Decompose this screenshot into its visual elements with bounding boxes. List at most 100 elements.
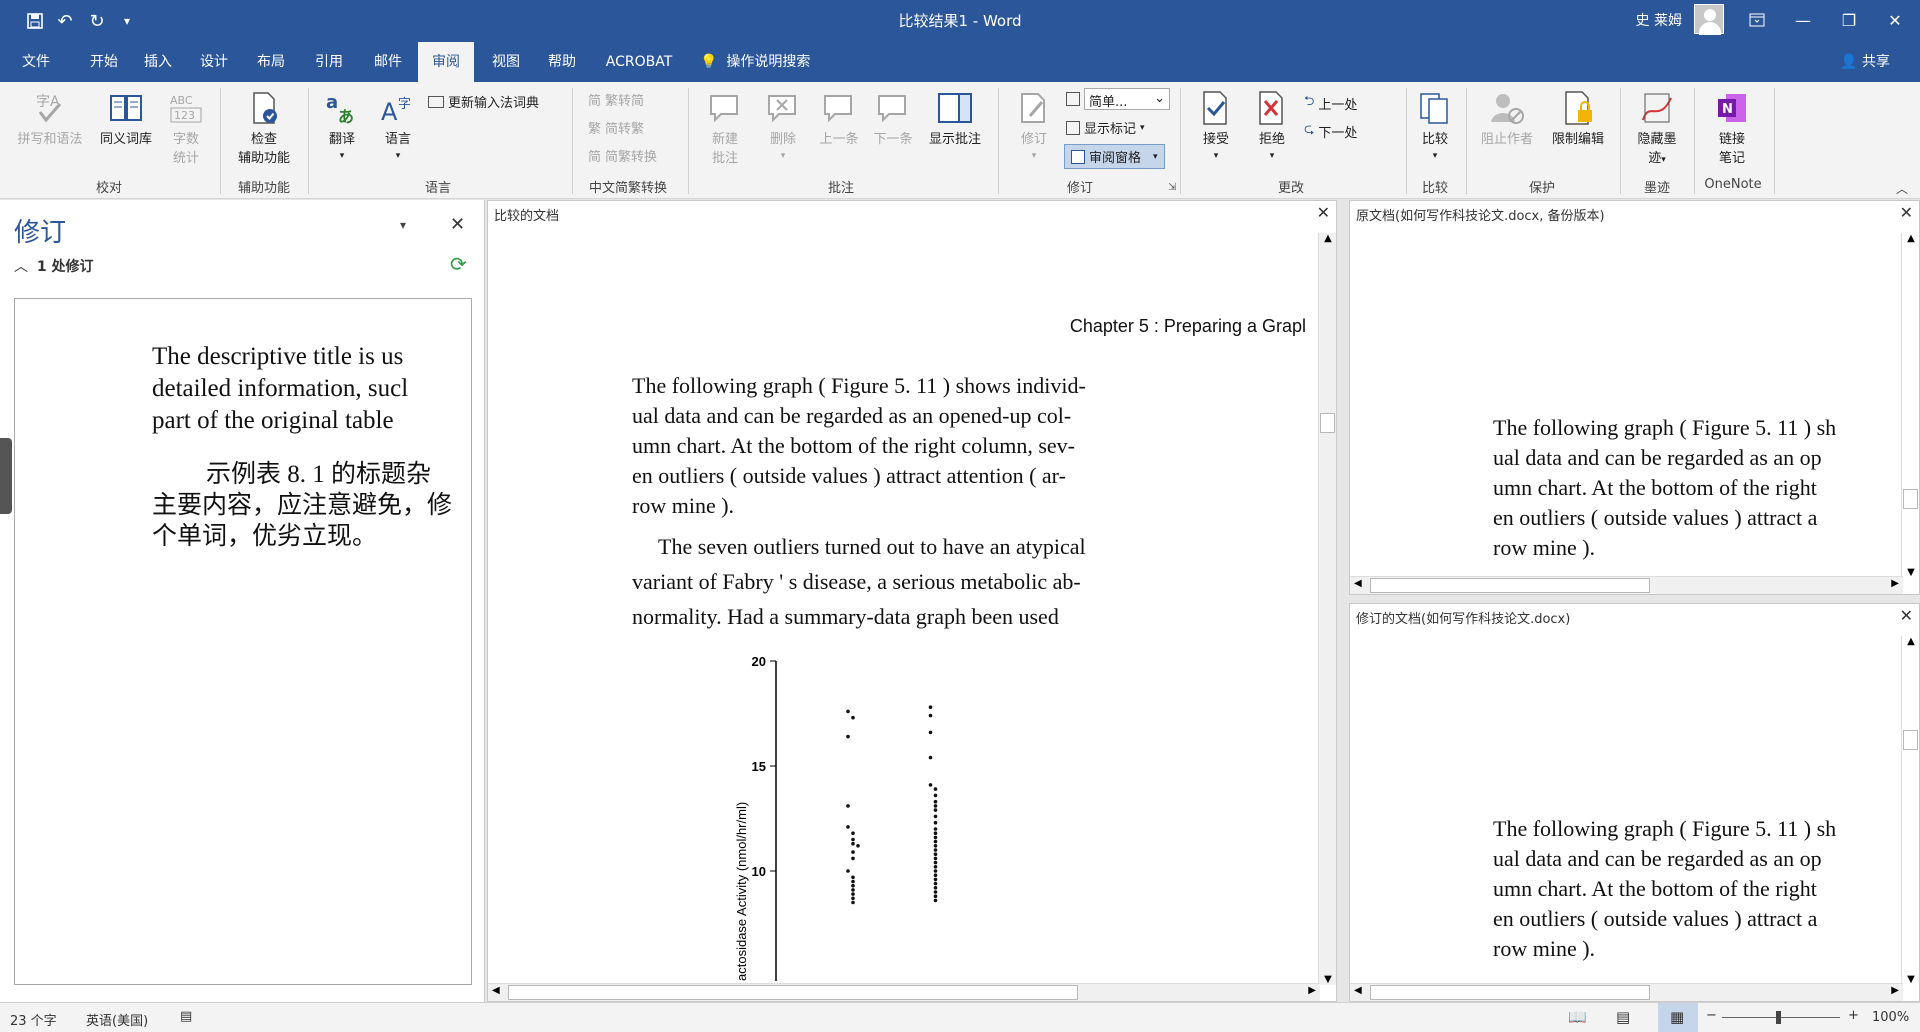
scroll-up-icon[interactable]: ▲	[1319, 233, 1336, 244]
close-icon[interactable]: ✕	[1317, 203, 1330, 222]
user-name[interactable]: 史 莱姆	[1636, 10, 1682, 30]
avatar[interactable]	[1694, 4, 1724, 35]
macro-icon[interactable]: ▤	[180, 1009, 192, 1024]
markup-view-selector[interactable]: 简单... ⌄	[1066, 88, 1170, 110]
data-point	[851, 831, 855, 835]
traditional-to-simplified-button[interactable]: 简繁转简	[588, 90, 644, 109]
scroll-right-icon[interactable]: ▶	[1308, 985, 1316, 996]
word-count-icon: ABC 123	[170, 94, 202, 123]
data-point	[851, 888, 855, 892]
horizontal-scrollbar[interactable]: ◀ ▶	[1350, 983, 1903, 1001]
share-button[interactable]: 👤 共享	[1840, 42, 1890, 82]
new-comment-button[interactable]: 新建 批注	[700, 90, 750, 166]
vertical-scrollbar[interactable]: ▲ ▼	[1901, 233, 1919, 578]
previous-comment-button[interactable]: 上一条	[814, 90, 864, 147]
scroll-thumb[interactable]	[1320, 413, 1335, 433]
scroll-down-icon[interactable]: ▼	[1319, 974, 1336, 985]
tab-help[interactable]: 帮助	[536, 42, 588, 82]
zoom-slider-thumb[interactable]	[1776, 1011, 1781, 1024]
word-count-status[interactable]: 23 个字	[10, 1010, 57, 1029]
block-authors-button[interactable]: 阻止作者	[1476, 90, 1538, 147]
svg-text:ABC: ABC	[170, 94, 193, 107]
accept-button[interactable]: 接受 ▾	[1192, 90, 1240, 162]
minimize-button[interactable]: —	[1780, 0, 1826, 40]
collapse-ribbon-icon[interactable]: ︿	[1896, 180, 1908, 197]
restore-button[interactable]: ❐	[1826, 0, 1872, 40]
hide-ink-button[interactable]: 隐藏墨 迹▾	[1628, 90, 1686, 166]
reviewing-pane-button[interactable]: 审阅窗格 ▾	[1064, 144, 1165, 169]
horizontal-scrollbar[interactable]: ◀ ▶	[488, 983, 1320, 1001]
delete-comment-button[interactable]: 删除 ▾	[758, 90, 808, 162]
linked-notes-button[interactable]: N 链接 笔记	[1702, 90, 1762, 166]
previous-comment-icon	[824, 95, 852, 123]
scroll-down-icon[interactable]: ▼	[1902, 567, 1919, 578]
print-layout-icon[interactable]: ▤	[1616, 1008, 1630, 1026]
scroll-thumb[interactable]	[508, 985, 1078, 1000]
tab-acrobat[interactable]: ACROBAT	[594, 42, 684, 82]
scroll-right-icon[interactable]: ▶	[1891, 578, 1899, 589]
scroll-up-icon[interactable]: ▲	[1902, 233, 1919, 244]
data-point	[851, 850, 855, 854]
pane-resize-handle[interactable]	[0, 438, 12, 514]
vertical-scrollbar[interactable]: ▲ ▼	[1901, 636, 1919, 985]
scroll-left-icon[interactable]: ◀	[492, 985, 500, 996]
scroll-left-icon[interactable]: ◀	[1354, 578, 1362, 589]
horizontal-scrollbar[interactable]: ◀ ▶	[1350, 576, 1903, 594]
tab-mailings[interactable]: 邮件	[362, 42, 414, 82]
tab-view[interactable]: 视图	[480, 42, 532, 82]
tab-layout[interactable]: 布局	[245, 42, 297, 82]
tab-file[interactable]: 文件	[10, 42, 62, 82]
next-change-button[interactable]: ⮎ 下一处	[1304, 120, 1357, 142]
close-icon[interactable]: ✕	[1900, 203, 1913, 222]
previous-change-button[interactable]: ⮌ 上一处	[1304, 92, 1357, 114]
spelling-grammar-button[interactable]: 字A 拼写和语法	[12, 90, 88, 147]
show-comments-button[interactable]: 显示批注	[922, 90, 988, 147]
tab-review[interactable]: 审阅	[418, 42, 474, 82]
language-status[interactable]: 英语(美国)	[86, 1010, 148, 1029]
scroll-right-icon[interactable]: ▶	[1891, 985, 1899, 996]
zoom-out-icon[interactable]: −	[1706, 1008, 1717, 1023]
web-layout-icon[interactable]: ▦	[1658, 1003, 1698, 1032]
zoom-level[interactable]: 100%	[1872, 1010, 1909, 1025]
scroll-thumb[interactable]	[1903, 730, 1918, 750]
tab-design[interactable]: 设计	[188, 42, 240, 82]
language-button[interactable]: A字 语言 ▾	[374, 90, 422, 162]
scroll-left-icon[interactable]: ◀	[1354, 985, 1362, 996]
chinese-conversion-button[interactable]: 简简繁转换	[588, 146, 657, 165]
read-mode-icon[interactable]: 📖	[1568, 1008, 1587, 1026]
dialog-launcher-icon[interactable]: ⇲	[1168, 182, 1176, 193]
scroll-down-icon[interactable]: ▼	[1902, 974, 1919, 985]
tab-references[interactable]: 引用	[303, 42, 355, 82]
simplified-to-traditional-button[interactable]: 繁简转繁	[588, 118, 644, 137]
revision-count[interactable]: ︿ 1 处修订	[14, 256, 94, 276]
data-point	[933, 835, 938, 840]
track-changes-button[interactable]: 修订 ▾	[1010, 90, 1058, 162]
zoom-slider[interactable]	[1722, 1017, 1840, 1018]
vertical-scrollbar[interactable]: ▲ ▼	[1318, 233, 1336, 985]
close-pane-icon[interactable]: ✕	[450, 214, 465, 235]
show-markup-button[interactable]: 显示标记 ▾	[1066, 118, 1145, 137]
close-button[interactable]: ✕	[1872, 0, 1918, 40]
ribbon-display-options-icon[interactable]	[1734, 0, 1780, 40]
tell-me-search[interactable]: 💡 操作说明搜索	[700, 42, 810, 82]
refresh-icon[interactable]: ⟳	[450, 252, 467, 276]
next-comment-button[interactable]: 下一条	[868, 90, 918, 147]
tab-insert[interactable]: 插入	[132, 42, 184, 82]
thesaurus-button[interactable]: 同义词库	[94, 90, 158, 147]
check-accessibility-button[interactable]: 检查 辅助功能	[228, 90, 300, 166]
paragraph-2: The seven outliers turned out to have an…	[632, 534, 1086, 629]
reject-button[interactable]: 拒绝 ▾	[1248, 90, 1296, 162]
scroll-thumb[interactable]	[1903, 489, 1918, 509]
scroll-up-icon[interactable]: ▲	[1902, 636, 1919, 647]
close-icon[interactable]: ✕	[1900, 606, 1913, 625]
update-ime-dictionary-button[interactable]: 更新输入法词典	[428, 92, 539, 111]
tab-home[interactable]: 开始	[78, 42, 130, 82]
pane-options-icon[interactable]: ▾	[400, 218, 406, 232]
scroll-thumb[interactable]	[1370, 985, 1650, 1000]
translate-button[interactable]: aあ 翻译 ▾	[318, 90, 366, 162]
zoom-in-icon[interactable]: +	[1848, 1008, 1859, 1023]
scroll-thumb[interactable]	[1370, 578, 1650, 593]
restrict-editing-button[interactable]: 限制编辑	[1546, 90, 1610, 147]
word-count-button[interactable]: ABC 123 字数 统计	[162, 90, 210, 166]
compare-button[interactable]: 比较 ▾	[1410, 90, 1460, 162]
